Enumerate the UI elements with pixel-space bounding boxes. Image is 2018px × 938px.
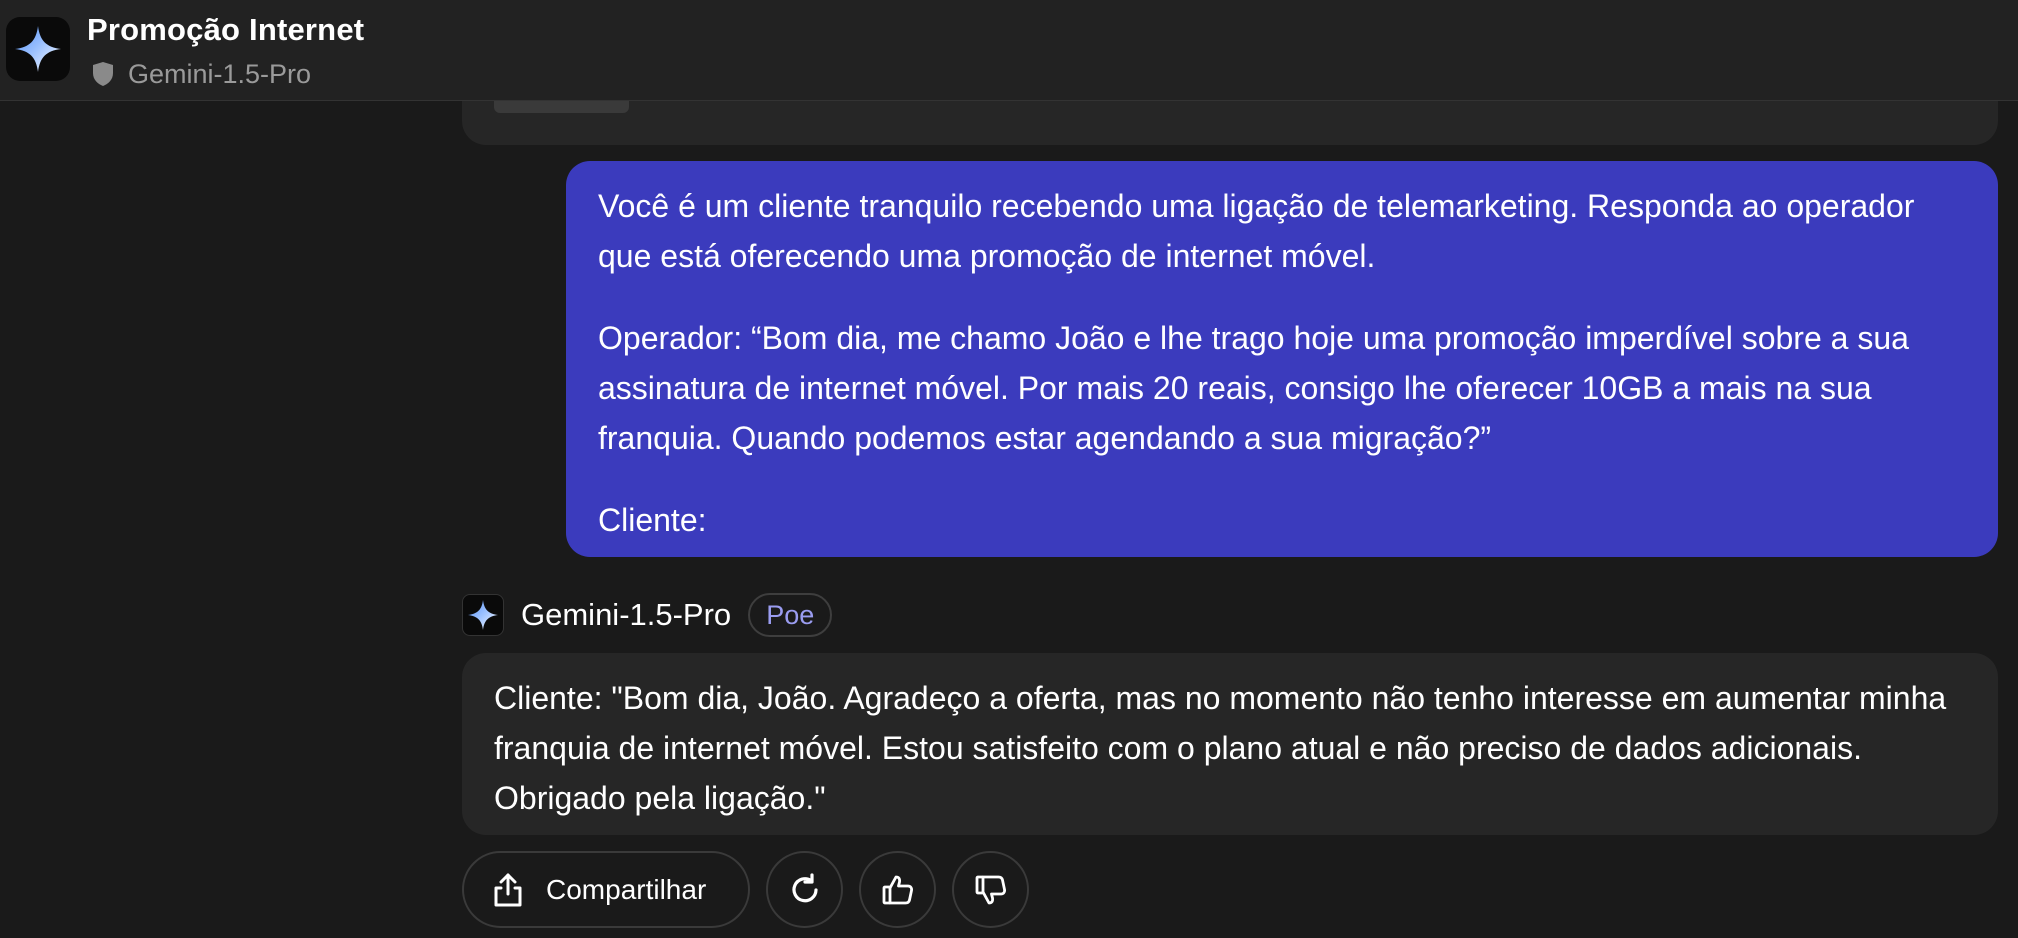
share-icon (494, 873, 522, 906)
retry-button[interactable] (766, 851, 843, 928)
user-message-paragraph: Você é um cliente tranquilo recebendo um… (598, 188, 1915, 274)
bot-message-text: Cliente: "Bom dia, João. Agradeço a ofer… (494, 680, 1947, 816)
previous-message-chip (494, 101, 629, 113)
user-message: Você é um cliente tranquilo recebendo um… (566, 161, 1998, 557)
thumbs-down-button[interactable] (952, 851, 1029, 928)
bot-message: Cliente: "Bom dia, João. Agradeço a ofer… (462, 653, 1998, 835)
bot-message-header: Gemini-1.5-Pro Poe (462, 592, 833, 638)
user-message-paragraph: Cliente: (598, 502, 707, 538)
bot-avatar[interactable] (6, 17, 70, 81)
share-button-label: Compartilhar (546, 873, 707, 905)
share-button[interactable]: Compartilhar (462, 851, 750, 928)
header-bot-name: Gemini-1.5-Pro (128, 58, 312, 89)
header-bot-info[interactable]: Gemini-1.5-Pro (92, 54, 311, 94)
thumbs-up-button[interactable] (859, 851, 936, 928)
poe-badge: Poe (748, 593, 833, 637)
chat-header: Promoção Internet Gemini-1.5-Pro (0, 0, 2018, 101)
retry-icon (791, 872, 818, 902)
message-actions: Compartilhar (462, 851, 1029, 928)
chat-title: Promoção Internet (87, 12, 365, 47)
user-message-paragraph: Operador: “Bom dia, me chamo João e lhe … (598, 320, 1909, 456)
bot-name[interactable]: Gemini-1.5-Pro (521, 597, 731, 633)
thumbs-down-icon (975, 875, 1006, 904)
thumbs-up-icon (882, 875, 913, 904)
bot-avatar-small[interactable] (462, 594, 504, 636)
gemini-sparkle-icon (468, 600, 498, 630)
gemini-sparkle-icon (15, 26, 61, 72)
shield-icon (93, 62, 113, 86)
